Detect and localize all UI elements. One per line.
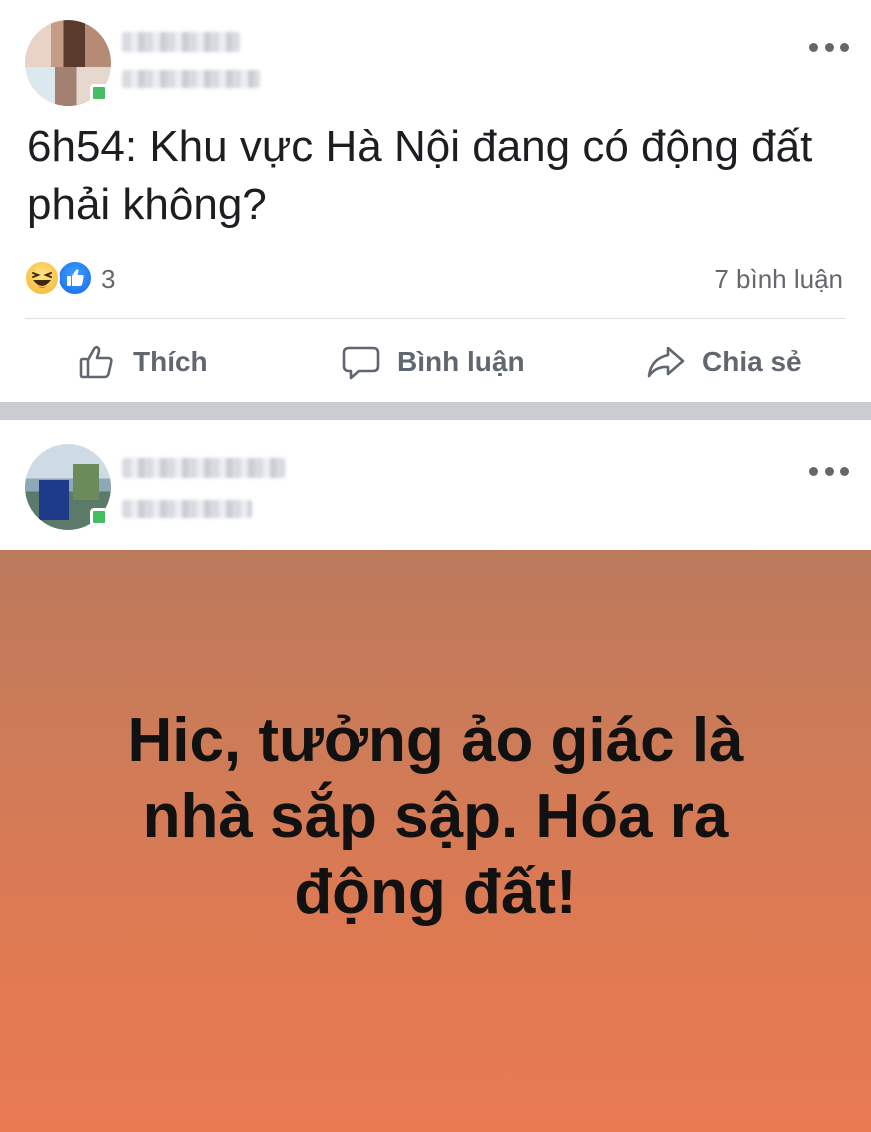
more-options-icon[interactable]	[809, 40, 849, 54]
post-1: 6h54: Khu vực Hà Nội đang có động đất ph…	[0, 0, 871, 402]
post-text: 6h54: Khu vực Hà Nội đang có động đất ph…	[27, 122, 813, 229]
author-name-blurred[interactable]	[122, 32, 240, 52]
online-status-icon	[90, 508, 108, 526]
like-button[interactable]: Thích	[77, 322, 208, 402]
comment-icon	[342, 346, 380, 380]
reaction-count[interactable]: 3	[101, 264, 115, 295]
share-button[interactable]: Chia sẻ	[646, 322, 802, 402]
timestamp-blurred	[122, 70, 260, 88]
reactions-summary[interactable]: 3 7 bình luận	[0, 258, 871, 298]
timestamp-blurred	[122, 500, 252, 518]
haha-icon	[24, 260, 60, 296]
post-2-text: Hic, tưởng ảo giác là nhà sắp sập. Hóa r…	[127, 706, 744, 927]
comment-label: Bình luận	[397, 346, 525, 377]
post-2-header	[0, 420, 871, 550]
like-icon	[57, 260, 93, 296]
share-icon	[647, 346, 685, 378]
comment-count[interactable]: 7 bình luận	[714, 264, 843, 295]
author-name-blurred[interactable]	[122, 458, 286, 478]
background-text-post[interactable]: Hic, tưởng ảo giác là nhà sắp sập. Hóa r…	[0, 550, 871, 1132]
action-bar: Thích Bình luận Chia sẻ	[0, 322, 871, 402]
post-header	[0, 0, 871, 110]
thumbs-up-icon	[79, 345, 113, 379]
more-options-icon[interactable]	[809, 464, 849, 478]
divider	[25, 318, 846, 319]
like-label: Thích	[133, 346, 208, 377]
feed-separator	[0, 402, 871, 420]
comment-button[interactable]: Bình luận	[341, 322, 525, 402]
online-status-icon	[90, 84, 108, 102]
share-label: Chia sẻ	[702, 346, 802, 377]
